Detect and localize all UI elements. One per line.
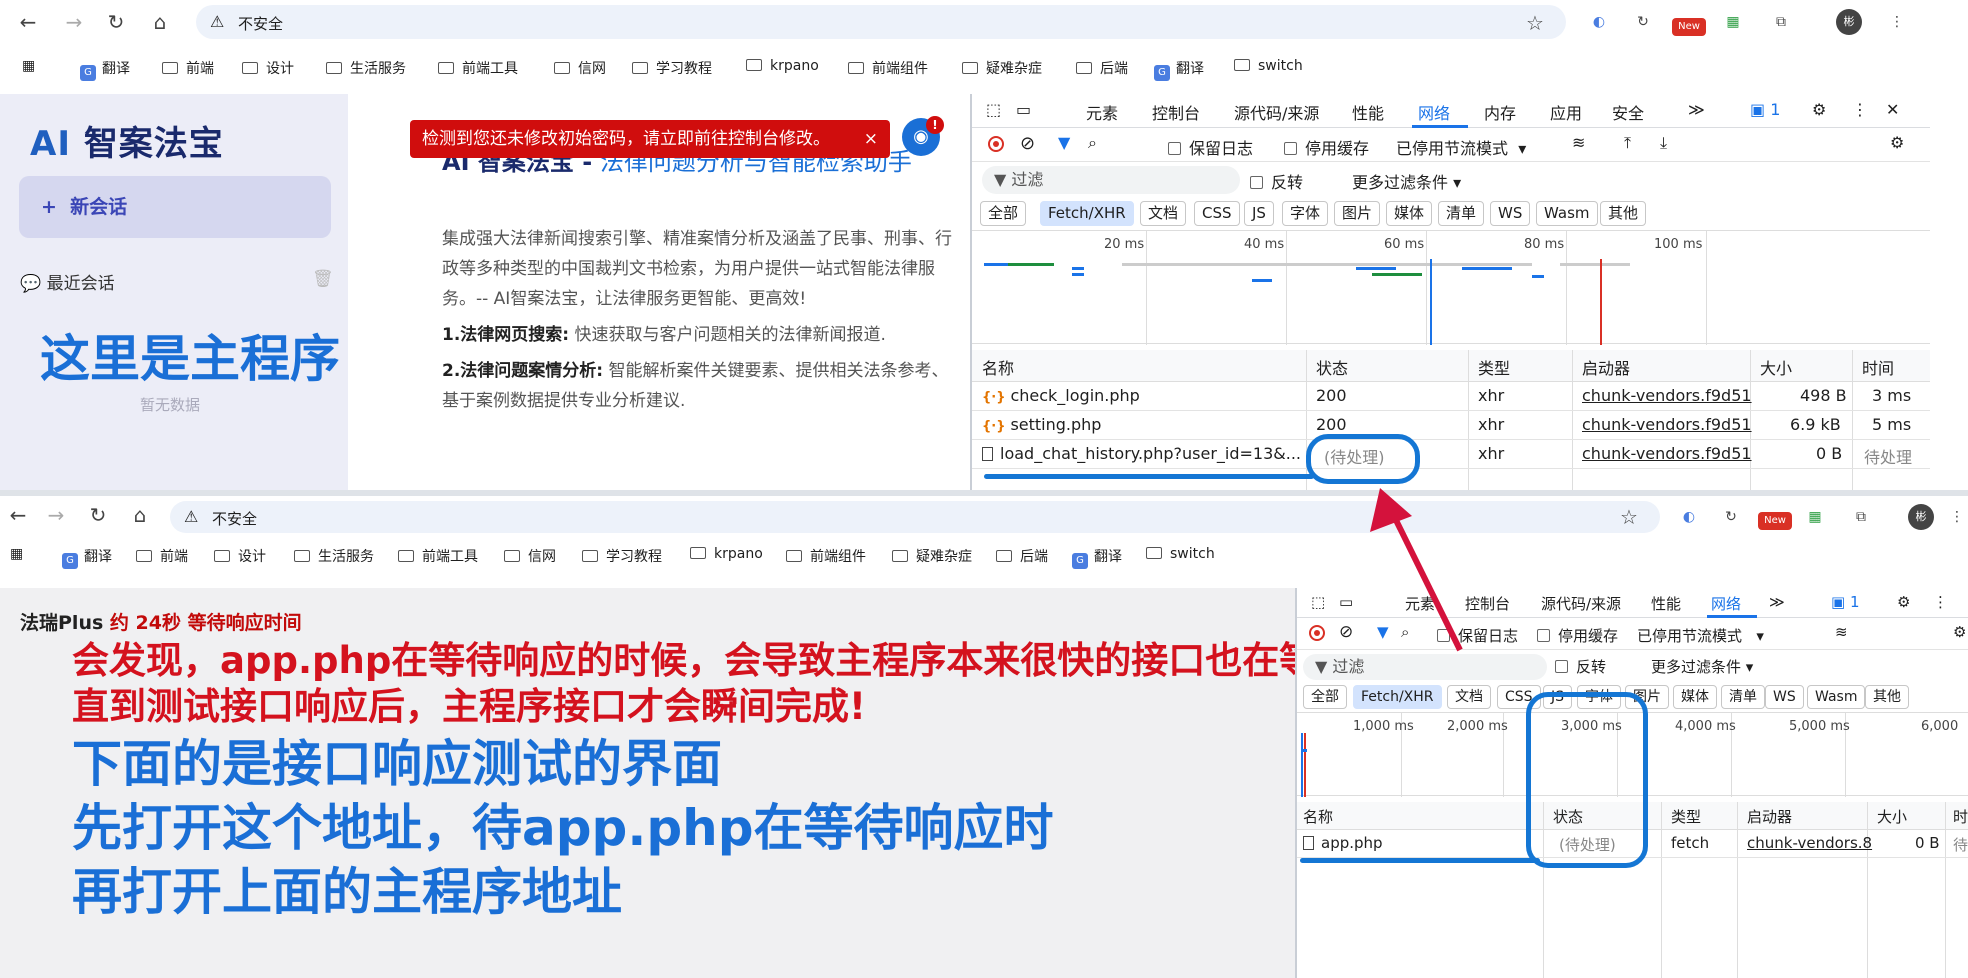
arrow-head — [1370, 488, 1412, 532]
arrow-annotation — [1370, 488, 1463, 652]
arrow-line — [1389, 510, 1463, 652]
